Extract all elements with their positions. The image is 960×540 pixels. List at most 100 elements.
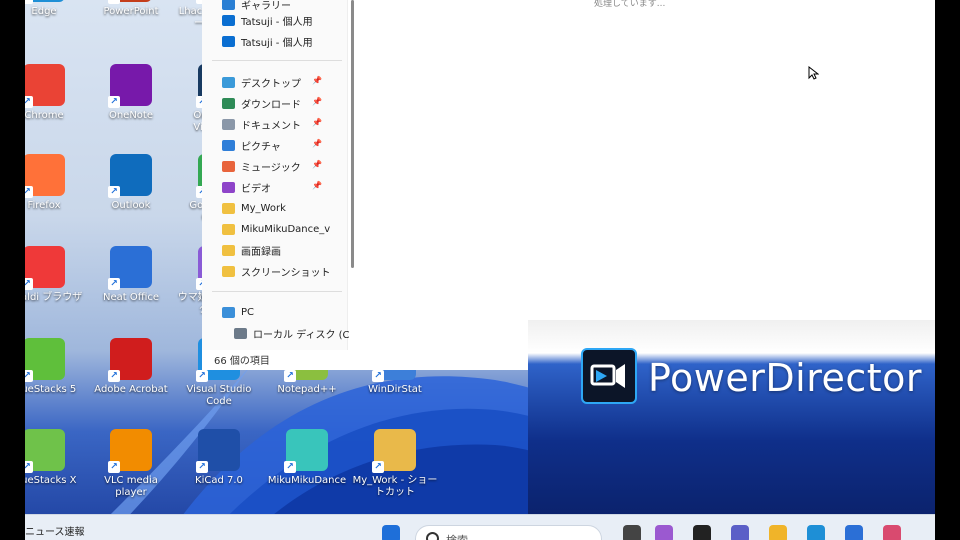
shortcut-arrow-icon: ↗ [25, 278, 33, 290]
shortcut-arrow-icon: ↗ [372, 461, 384, 473]
nav-item[interactable]: ビデオ [222, 177, 344, 197]
desktop-screen: ↗Edge↗PowerPoint↗Lhaca.exe - ショートカット↗Chr… [25, 0, 935, 540]
pin-icon: 📌 [312, 118, 322, 127]
desktop-icon-label: My_Work - ショートカット [352, 475, 438, 498]
desktop-icon-vivaldi[interactable]: ↗ Vivaldi ブラウザ [25, 246, 87, 304]
nav-item[interactable]: ドキュメント [222, 114, 344, 134]
desktop-icon-bluestacks[interactable]: ↗ BlueStacks 5 [25, 338, 87, 396]
pin-icon: 📌 [312, 76, 322, 85]
desktop-icon-kicad[interactable]: ↗ KiCad 7.0 [176, 429, 262, 487]
nav-item-label: ビデオ [241, 183, 271, 195]
desktop-icon-label: Neat Office [102, 292, 160, 303]
taskbar: ニュース速報 検索 [25, 514, 935, 540]
nav-item-label: 画面録画 [241, 246, 281, 258]
nav-item[interactable]: ミュージック [222, 156, 344, 176]
neat-office-icon: ↗ [108, 246, 152, 290]
shortcut-arrow-icon: ↗ [196, 370, 208, 382]
nav-item[interactable]: ローカル ディスク (C [234, 323, 356, 343]
desktop-icon-label: Visual Studio Code [186, 384, 252, 407]
folder-shortcut-icon: ↗ [372, 429, 416, 473]
nav-item[interactable]: スクリーンショット [222, 261, 344, 281]
nav-item[interactable]: 画面録画 [222, 240, 344, 260]
teams-icon[interactable] [731, 525, 749, 540]
store-icon[interactable] [845, 525, 863, 540]
nav-item[interactable]: PC [222, 302, 344, 322]
desktop-icon-folder-shortcut[interactable]: ↗ My_Work - ショートカット [352, 429, 438, 499]
pin-icon: 📌 [312, 97, 322, 106]
desktop-icon-label: KiCad 7.0 [195, 475, 243, 486]
drive-icon [234, 327, 247, 339]
nav-item[interactable]: My_Work [222, 198, 344, 218]
edge-icon[interactable] [807, 525, 825, 540]
kicad-icon: ↗ [196, 429, 240, 473]
desktop-icon-onenote[interactable]: ↗ OneNote [88, 64, 174, 122]
nav-item-label: ローカル ディスク (C [253, 329, 350, 341]
desktop-icon-chrome[interactable]: ↗ Chrome [25, 64, 87, 122]
desktop-icon-neat-office[interactable]: ↗ Neat Office [88, 246, 174, 304]
nav-item[interactable]: Tatsuji - 個人用 [222, 31, 344, 51]
mouse-cursor-icon [808, 66, 819, 80]
music-icon [222, 160, 235, 172]
nav-item[interactable]: Tatsuji - 個人用 [222, 10, 344, 30]
vivaldi-icon: ↗ [25, 246, 65, 290]
shortcut-arrow-icon: ↗ [284, 370, 296, 382]
item-count-status: 66 個の項目 [214, 356, 270, 367]
desktop-icon-bluestacks-x[interactable]: ↗ BlueStacks X [25, 429, 87, 487]
desktop-icon-vlc[interactable]: ↗ VLC media player [88, 429, 174, 499]
firefox-icon: ↗ [25, 154, 65, 198]
pin-icon: 📌 [312, 181, 322, 190]
pc-icon [222, 306, 235, 318]
amazon-icon[interactable] [693, 525, 711, 540]
shortcut-arrow-icon: ↗ [108, 461, 120, 473]
nav-item-label: MikuMikuDance_v [241, 223, 331, 235]
desktop-folder-icon [222, 76, 235, 88]
videos-icon [222, 181, 235, 193]
folder-icon [222, 244, 235, 256]
desktop-icon-mikumikudance[interactable]: ↗ MikuMikuDance [264, 429, 350, 487]
desktop-icon-label: BlueStacks X [25, 475, 77, 486]
powerdirector-splash: PowerDirector [528, 320, 935, 540]
shortcut-arrow-icon: ↗ [196, 461, 208, 473]
bluestacks-x-icon: ↗ [25, 429, 65, 473]
nav-item[interactable]: ピクチャ [222, 135, 344, 155]
nav-item-label: Tatsuji - 個人用 [241, 16, 313, 28]
folder-icon [222, 265, 235, 277]
shortcut-arrow-icon: ↗ [108, 278, 120, 290]
desktop-icon-firefox[interactable]: ↗ Firefox [25, 154, 87, 212]
start-icon[interactable] [382, 525, 400, 540]
nav-item-label: ダウンロード [241, 99, 301, 111]
desktop-icon-label: Edge [31, 6, 57, 17]
shortcut-arrow-icon: ↗ [108, 370, 120, 382]
shortcut-arrow-icon: ↗ [25, 370, 33, 382]
taskbar-search-box[interactable]: 検索 [415, 525, 602, 540]
nav-item[interactable]: デスクトップ [222, 72, 344, 92]
copilot-icon[interactable] [655, 525, 673, 540]
pin-icon: 📌 [312, 160, 322, 169]
nav-item[interactable]: ダウンロード [222, 93, 344, 113]
file-explorer-icon[interactable] [769, 525, 787, 540]
news-widget-title[interactable]: ニュース速報 [25, 523, 85, 538]
nav-item[interactable]: MikuMikuDance_v [222, 219, 344, 239]
desktop-icon-label: MikuMikuDance [267, 475, 347, 486]
nav-item-label: Tatsuji - 個人用 [241, 37, 313, 49]
onenote-icon: ↗ [108, 64, 152, 108]
nav-item-label: PC [241, 306, 255, 318]
desktop-icon-edge[interactable]: ↗ Edge [25, 0, 87, 18]
desktop-icon-adobe-acrobat[interactable]: ↗ Adobe Acrobat [88, 338, 174, 396]
powerpoint-icon: ↗ [108, 0, 152, 4]
navigation-scrollbar[interactable] [351, 0, 354, 268]
folder-icon [222, 202, 235, 214]
nav-item-label: ピクチャ [241, 141, 281, 153]
task-view-icon[interactable] [623, 525, 641, 540]
desktop-icon-outlook[interactable]: ↗ Outlook [88, 154, 174, 212]
desktop-icon-powerpoint[interactable]: ↗ PowerPoint [88, 0, 174, 18]
shortcut-arrow-icon: ↗ [284, 461, 296, 473]
snipping-tool-icon[interactable] [883, 525, 901, 540]
desktop-icon-label: Notepad++ [277, 384, 337, 395]
pin-icon: 📌 [312, 139, 322, 148]
desktop-icon-label: Outlook [111, 200, 151, 211]
shortcut-arrow-icon: ↗ [25, 0, 33, 4]
chrome-icon: ↗ [25, 64, 65, 108]
pictures-icon [222, 139, 235, 151]
desktop-icon-label: Firefox [27, 200, 61, 211]
